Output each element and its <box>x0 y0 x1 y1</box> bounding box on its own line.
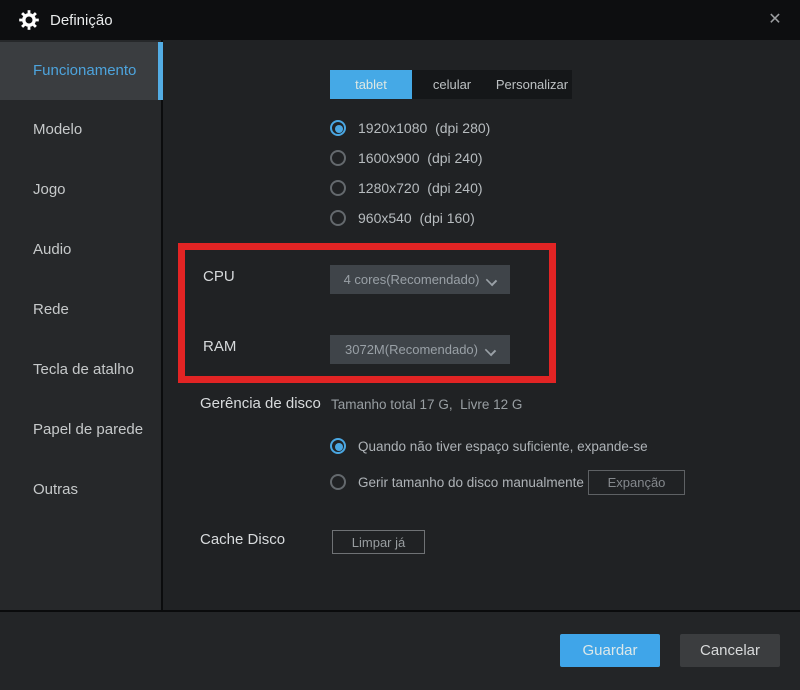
disk-option-label: Quando não tiver espaço suficiente, expa… <box>358 439 648 454</box>
resolution-label: 1920x1080 (dpi 280) <box>358 120 490 136</box>
ram-label: RAM <box>203 338 236 355</box>
settings-window: Definição ✕ Funcionamento Modelo Jogo Au… <box>0 0 800 690</box>
sidebar-item-label: Papel de parede <box>33 421 143 438</box>
sidebar-item-rede[interactable]: Rede <box>0 280 161 340</box>
clear-cache-button[interactable]: Limpar já <box>332 530 425 554</box>
sidebar-item-label: Tecla de atalho <box>33 361 134 378</box>
radio-selected-icon <box>330 120 346 136</box>
sidebar-item-jogo[interactable]: Jogo <box>0 160 161 220</box>
gear-icon <box>18 9 40 31</box>
device-tab-bar: tablet celular Personalizar <box>330 70 572 99</box>
sidebar-item-modelo[interactable]: Modelo <box>0 100 161 160</box>
sidebar-item-label: Audio <box>33 241 71 258</box>
radio-selected-icon <box>330 438 346 454</box>
sidebar: Funcionamento Modelo Jogo Audio Rede Tec… <box>0 40 163 610</box>
sidebar-item-label: Modelo <box>33 121 82 138</box>
resolution-option-960x540[interactable]: 960x540 (dpi 160) <box>330 203 475 233</box>
tab-tablet[interactable]: tablet <box>330 70 412 99</box>
disk-size-info: Tamanho total 17 G, Livre 12 G <box>331 397 522 412</box>
resolution-option-1280x720[interactable]: 1280x720 (dpi 240) <box>330 173 483 203</box>
resolution-option-1600x900[interactable]: 1600x900 (dpi 240) <box>330 143 483 173</box>
resolution-label: 960x540 (dpi 160) <box>358 210 475 226</box>
resolution-option-1920x1080[interactable]: 1920x1080 (dpi 280) <box>330 113 490 143</box>
close-icon[interactable]: ✕ <box>762 8 788 32</box>
radio-icon <box>330 150 346 166</box>
sidebar-item-funcionamento[interactable]: Funcionamento <box>0 42 161 100</box>
resolution-label: 1280x720 (dpi 240) <box>358 180 483 196</box>
disk-option-auto-expand[interactable]: Quando não tiver espaço suficiente, expa… <box>330 431 648 461</box>
sidebar-item-outras[interactable]: Outras <box>0 460 161 520</box>
radio-icon <box>330 474 346 490</box>
sidebar-item-label: Jogo <box>33 181 66 198</box>
radio-icon <box>330 180 346 196</box>
resolution-label: 1600x900 (dpi 240) <box>358 150 483 166</box>
ram-dropdown-value: 3072M(Recomendado) <box>345 342 478 357</box>
sidebar-item-label: Rede <box>33 301 69 318</box>
disk-option-label: Gerir tamanho do disco manualmente <box>358 475 584 490</box>
chevron-down-icon <box>486 345 495 354</box>
disk-cache-label: Cache Disco <box>200 531 285 548</box>
sidebar-item-papel-de-parede[interactable]: Papel de parede <box>0 400 161 460</box>
ram-dropdown[interactable]: 3072M(Recomendado) <box>330 335 510 364</box>
main-panel: tablet celular Personalizar 1920x1080 (d… <box>163 40 800 610</box>
expand-button[interactable]: Expanção <box>588 470 685 495</box>
sidebar-item-audio[interactable]: Audio <box>0 220 161 280</box>
tab-personalizar[interactable]: Personalizar <box>492 70 572 99</box>
disk-option-manual[interactable]: Gerir tamanho do disco manualmente <box>330 467 584 497</box>
footer-bar: Guardar Cancelar <box>0 610 800 690</box>
tab-celular[interactable]: celular <box>412 70 492 99</box>
window-title: Definição <box>50 12 113 29</box>
sidebar-item-label: Outras <box>33 481 78 498</box>
sidebar-item-tecla-de-atalho[interactable]: Tecla de atalho <box>0 340 161 400</box>
disk-management-label: Gerência de disco <box>200 395 321 412</box>
chevron-down-icon <box>487 275 496 284</box>
cpu-dropdown-value: 4 cores(Recomendado) <box>344 272 480 287</box>
cancel-button[interactable]: Cancelar <box>680 634 780 667</box>
title-bar: Definição ✕ <box>0 0 800 40</box>
save-button[interactable]: Guardar <box>560 634 660 667</box>
cpu-dropdown[interactable]: 4 cores(Recomendado) <box>330 265 510 294</box>
sidebar-item-label: Funcionamento <box>33 62 136 79</box>
cpu-label: CPU <box>203 268 235 285</box>
radio-icon <box>330 210 346 226</box>
